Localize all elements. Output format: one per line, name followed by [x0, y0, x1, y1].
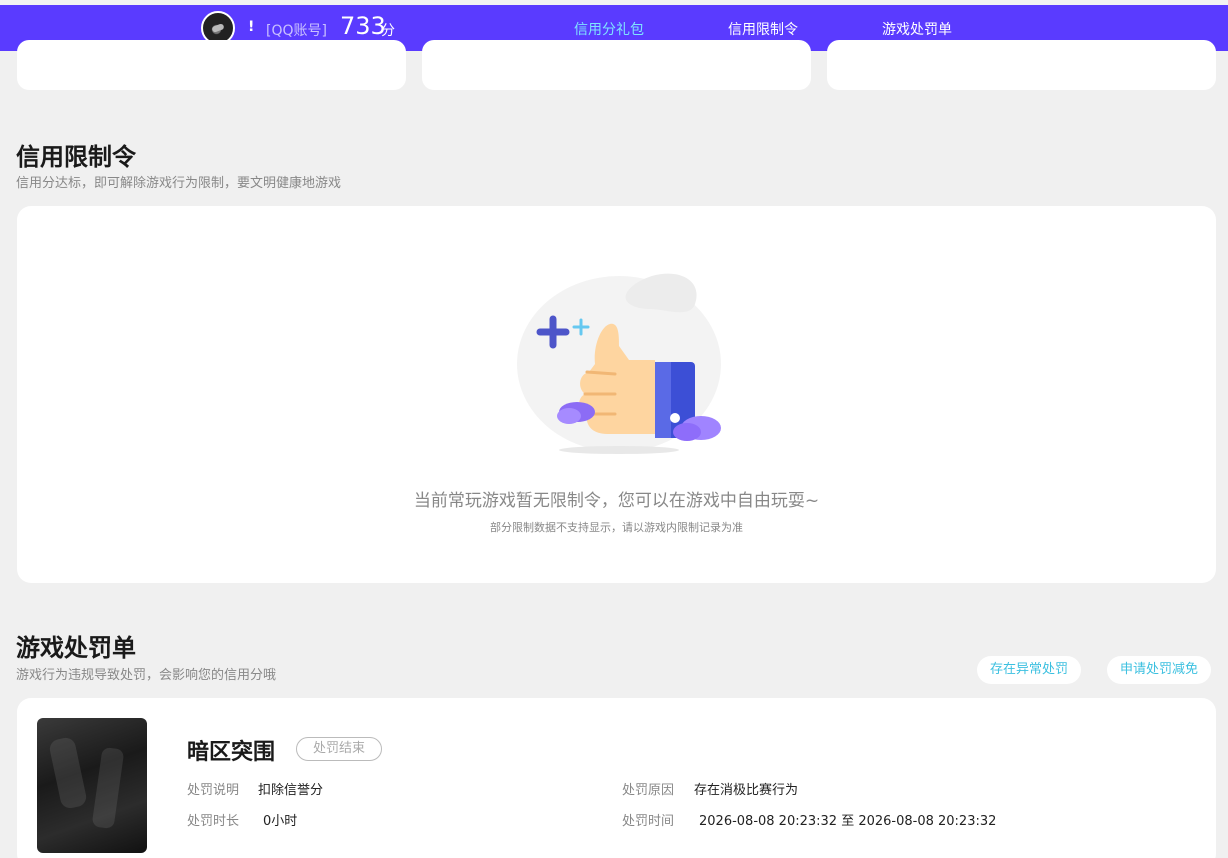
tab-credit-restriction[interactable]: 信用限制令: [728, 19, 798, 39]
penalty-desc-value: 扣除信誉分: [258, 783, 324, 798]
nickname: !: [248, 19, 255, 35]
account-type: [QQ账号]: [266, 23, 327, 39]
restriction-section-subtitle: 信用分达标，即可解除游戏行为限制，要文明健康地游戏: [16, 176, 342, 191]
gift-card-2[interactable]: [422, 40, 811, 90]
gift-card-1[interactable]: [17, 40, 406, 90]
penalty-time-label: 处罚时间: [622, 814, 675, 829]
restriction-panel: 当前常玩游戏暂无限制令，您可以在游戏中自由玩耍~ 部分限制数据不支持显示，请以游…: [17, 206, 1216, 583]
apply-reduction-button[interactable]: 申请处罚减免: [1107, 656, 1212, 684]
penalty-section-title: 游戏处罚单: [16, 634, 136, 662]
penalty-reason-label: 处罚原因: [622, 783, 675, 798]
restriction-empty-note: 部分限制数据不支持显示，请以游戏内限制记录为准: [490, 521, 743, 534]
tab-game-penalty[interactable]: 游戏处罚单: [882, 19, 952, 39]
penalty-desc-label: 处罚说明: [187, 783, 240, 798]
status-badge: 处罚结束: [296, 737, 382, 761]
gift-card-3[interactable]: [827, 40, 1216, 90]
credit-score: 733: [340, 12, 386, 40]
thumbs-up-illustration-icon: [517, 273, 721, 454]
tab-credit-gift[interactable]: 信用分礼包: [574, 19, 644, 39]
penalty-section-subtitle: 游戏行为违规导致处罚，会影响您的信用分哦: [16, 668, 277, 683]
penalty-time-value: 2026-08-08 20:23:32 至 2026-08-08 20:23:3…: [699, 814, 997, 829]
game-title: 暗区突围: [187, 740, 276, 765]
restriction-empty-text: 当前常玩游戏暂无限制令，您可以在游戏中自由玩耍~: [413, 491, 820, 511]
restriction-section-title: 信用限制令: [16, 143, 136, 171]
penalty-duration-value: 0小时: [263, 814, 298, 829]
penalty-record-card: [17, 698, 1216, 858]
penalty-reason-value: 存在消极比赛行为: [694, 783, 799, 798]
game-cover-image: [37, 718, 147, 853]
credit-score-unit: 分: [381, 23, 395, 39]
penalty-duration-label: 处罚时长: [187, 814, 240, 829]
abnormal-penalty-button[interactable]: 存在异常处罚: [977, 656, 1082, 684]
